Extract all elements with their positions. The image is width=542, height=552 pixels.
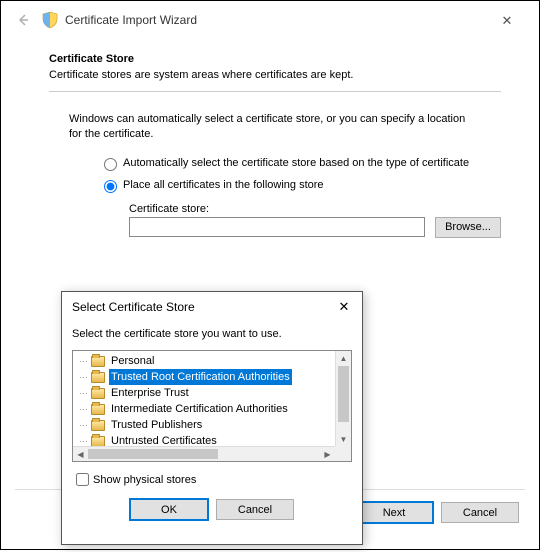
cancel-button[interactable]: Cancel (441, 502, 519, 523)
scroll-down-arrow-icon[interactable]: ▼ (336, 432, 351, 447)
window-close-button[interactable]: ✕ (493, 11, 521, 31)
select-store-dialog: Select Certificate Store ✕ Select the ce… (61, 291, 363, 545)
dialog-close-button[interactable]: ✕ (334, 298, 354, 316)
tree-item[interactable]: ⋯ Trusted Root Certification Authorities (73, 369, 351, 385)
vertical-scrollbar[interactable]: ▲ ▼ (335, 351, 351, 447)
folder-icon (91, 420, 105, 431)
show-physical-label: Show physical stores (93, 474, 196, 486)
window-title: Certificate Import Wizard (65, 13, 197, 27)
folder-icon (91, 372, 105, 383)
scroll-left-arrow-icon[interactable]: ◀ (73, 447, 88, 462)
page-heading: Certificate Store (49, 53, 501, 65)
folder-icon (91, 388, 105, 399)
divider (49, 91, 501, 92)
tree-item[interactable]: ⋯ Enterprise Trust (73, 385, 351, 401)
tree-expand-icon: ⋯ (73, 417, 91, 433)
scroll-up-arrow-icon[interactable]: ▲ (336, 351, 351, 366)
close-icon: ✕ (502, 13, 513, 29)
folder-icon (91, 404, 105, 415)
tree-expand-icon: ⋯ (73, 433, 91, 447)
shield-icon (41, 11, 59, 29)
back-arrow-icon (15, 12, 31, 28)
radio-auto-label: Automatically select the certificate sto… (123, 157, 469, 169)
tree-item-label: Enterprise Trust (109, 385, 191, 401)
dialog-ok-button[interactable]: OK (130, 499, 208, 520)
tree-item[interactable]: ⋯ Untrusted Certificates (73, 433, 351, 447)
page-subheading: Certificate stores are system areas wher… (49, 69, 501, 81)
horizontal-scroll-thumb[interactable] (88, 449, 218, 459)
scroll-corner (335, 446, 351, 461)
tree-item-label: Untrusted Certificates (109, 433, 219, 447)
tree-item-label: Trusted Root Certification Authorities (109, 369, 292, 385)
tree-item-label: Intermediate Certification Authorities (109, 401, 290, 417)
back-button[interactable] (11, 8, 35, 32)
folder-icon (91, 436, 105, 447)
scroll-right-arrow-icon[interactable]: ▶ (320, 447, 335, 462)
next-button[interactable]: Next (355, 502, 433, 523)
tree-item-label: Personal (109, 353, 156, 369)
radio-place-input[interactable] (104, 180, 117, 193)
tree-expand-icon: ⋯ (73, 385, 91, 401)
show-physical-stores-checkbox[interactable]: Show physical stores (72, 470, 352, 489)
certificate-tree: ⋯ Personal ⋯ Trusted Root Certification Aut… (72, 350, 352, 462)
dialog-cancel-button[interactable]: Cancel (216, 499, 294, 520)
titlebar: Certificate Import Wizard (5, 5, 535, 35)
tree-item[interactable]: ⋯ Trusted Publishers (73, 417, 351, 433)
radio-place-label: Place all certificates in the following … (123, 179, 324, 191)
radio-place-store[interactable]: Place all certificates in the following … (99, 177, 501, 193)
tree-expand-icon: ⋯ (73, 353, 91, 369)
tree-expand-icon: ⋯ (73, 401, 91, 417)
certificate-store-input[interactable] (129, 217, 425, 237)
close-icon: ✕ (339, 299, 350, 315)
radio-auto-input[interactable] (104, 158, 117, 171)
tree-expand-icon: ⋯ (73, 369, 91, 385)
browse-button[interactable]: Browse... (435, 217, 501, 238)
show-physical-input[interactable] (76, 473, 89, 486)
store-field-label: Certificate store: (129, 203, 501, 215)
dialog-instruction: Select the certificate store you want to… (72, 328, 352, 340)
tree-item[interactable]: ⋯ Intermediate Certification Authorities (73, 401, 351, 417)
horizontal-scrollbar[interactable]: ◀ ▶ (73, 446, 335, 461)
folder-icon (91, 356, 105, 367)
dialog-title: Select Certificate Store (72, 300, 195, 314)
radio-auto-select[interactable]: Automatically select the certificate sto… (99, 155, 501, 171)
tree-item-label: Trusted Publishers (109, 417, 204, 433)
tree-item[interactable]: ⋯ Personal (73, 353, 351, 369)
page-description: Windows can automatically select a certi… (69, 112, 481, 143)
vertical-scroll-thumb[interactable] (338, 366, 349, 422)
